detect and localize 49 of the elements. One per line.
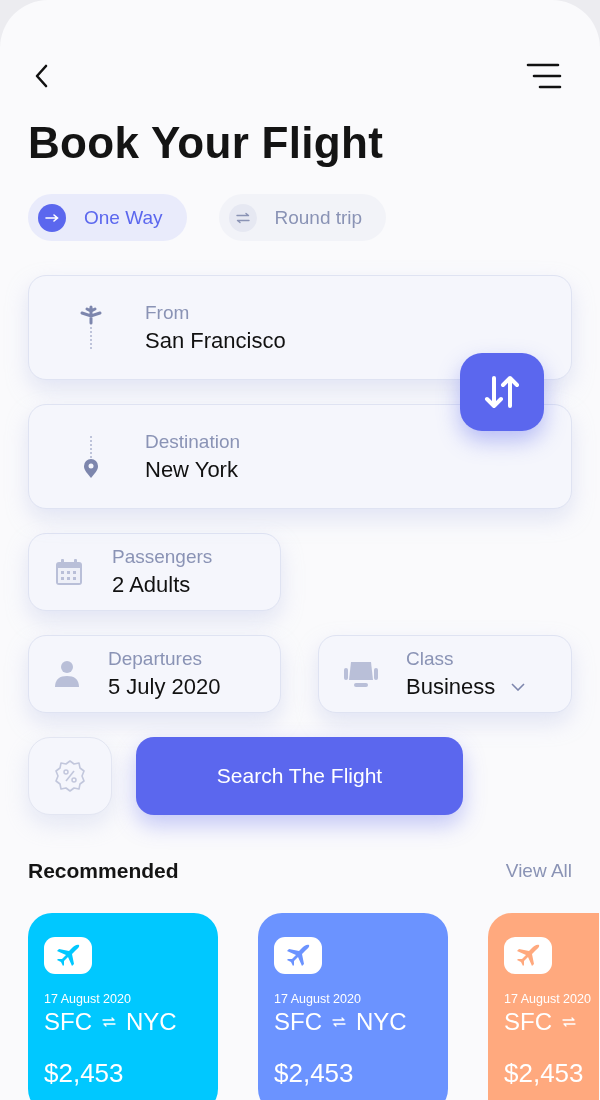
origin-code: SFC [504, 1008, 552, 1036]
flight-date: 17 August 2020 [274, 992, 362, 1006]
flight-price: $2,453 [274, 1058, 355, 1089]
destination-code: NYC [356, 1008, 407, 1036]
field-value: New York [145, 456, 239, 483]
swap-icon [228, 203, 257, 232]
flight-date: 17 August 2020 [44, 992, 132, 1006]
departures-field[interactable]: Departures 5 July 2020 [28, 635, 281, 713]
plane-icon [79, 304, 103, 351]
destination-code: NYC [126, 1008, 177, 1036]
origin-code: SFC [274, 1008, 322, 1036]
section-title: Recommended [28, 859, 179, 883]
swap-icon [562, 1017, 576, 1027]
from-field[interactable]: From San Francisco [28, 275, 572, 380]
passengers-field[interactable]: Passengers 2 Adults [28, 533, 281, 611]
swap-button[interactable] [460, 353, 544, 431]
field-value: Business [406, 674, 496, 700]
swap-icon [332, 1017, 346, 1027]
field-value: 2 Adults [112, 572, 192, 598]
page-title: Book Your Flight [28, 118, 385, 168]
discount-badge-icon [53, 759, 87, 793]
flight-card[interactable]: 17 August 2020 SFC NYC $2,453 [258, 913, 448, 1100]
field-label: Departures [108, 648, 203, 670]
trip-tab[interactable]: Round trip [218, 194, 387, 241]
field-label: Destination [145, 430, 241, 453]
field-value: San Francisco [145, 327, 286, 354]
seat-icon [344, 660, 378, 688]
back-icon[interactable] [34, 64, 48, 88]
flight-price: $2,453 [504, 1058, 585, 1089]
flight-price: $2,453 [44, 1058, 125, 1089]
flight-date: 17 August 2020 [504, 992, 592, 1006]
menu-icon[interactable] [526, 62, 562, 90]
person-icon [54, 660, 80, 688]
plane-icon [44, 937, 92, 974]
swap-icon [102, 1017, 116, 1027]
trip-tab[interactable]: One Way [28, 194, 187, 241]
view-all-link[interactable]: View All [505, 860, 572, 882]
plane-icon [504, 937, 552, 974]
field-value: 5 July 2020 [108, 674, 221, 700]
field-label: Class [406, 648, 455, 670]
search-flight-button[interactable]: Search The Flight [136, 737, 463, 815]
origin-code: SFC [44, 1008, 92, 1036]
destination-field[interactable]: Destination New York [28, 404, 572, 509]
class-dropdown[interactable]: Class Business [318, 635, 572, 713]
plane-icon [274, 937, 322, 974]
calendar-icon [54, 557, 84, 587]
field-label: From [145, 301, 191, 324]
chevron-down-icon [511, 683, 526, 691]
field-label: Passengers [112, 546, 213, 568]
